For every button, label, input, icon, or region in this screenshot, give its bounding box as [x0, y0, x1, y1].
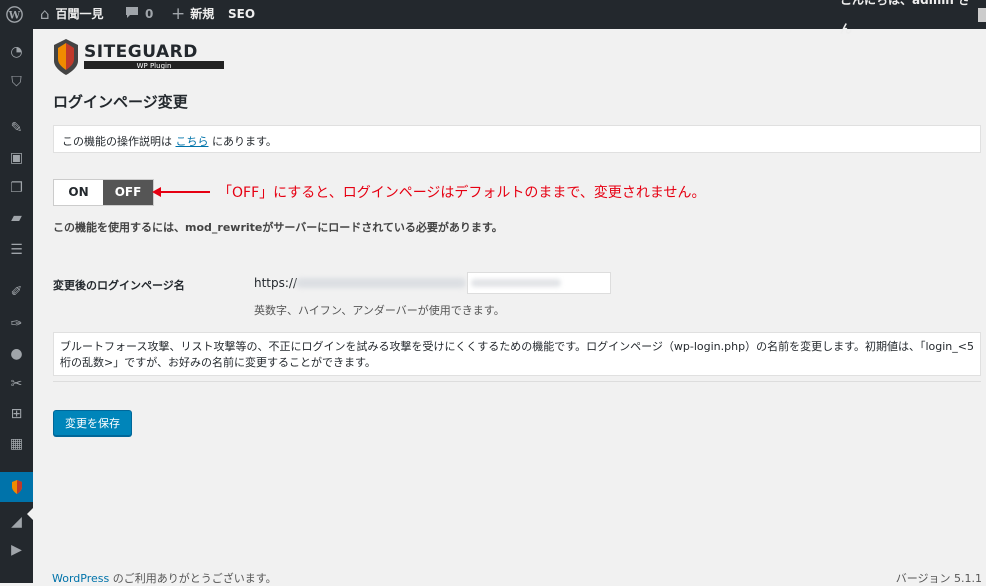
- field-hint: 英数字、ハイフン、アンダーバーが使用できます。: [254, 304, 505, 317]
- logo-brand: SITEGUARD: [84, 42, 198, 62]
- wordpress-logo-icon[interactable]: W: [6, 0, 23, 29]
- chart-icon[interactable]: ◢: [0, 507, 33, 537]
- toggle-off[interactable]: OFF: [103, 180, 153, 205]
- pages-icon[interactable]: ❐: [0, 173, 33, 203]
- plus-icon: +: [171, 4, 186, 24]
- siteguard-icon[interactable]: [0, 472, 33, 502]
- admin-bar: W ⌂ 百聞一見 0 + 新規 SEO こんにちは、admin さん: [0, 0, 986, 36]
- shield-icon[interactable]: ⛉: [0, 67, 33, 97]
- new-label: 新規: [190, 7, 215, 21]
- toggle-on[interactable]: ON: [54, 180, 103, 205]
- footer-thanks: WordPress のご利用ありがとうございます。: [52, 570, 277, 586]
- pin-icon[interactable]: ✎: [0, 113, 33, 143]
- url-prefix: https://: [254, 276, 298, 290]
- account-menu[interactable]: こんにちは、admin さん: [840, 0, 986, 36]
- divider: [53, 381, 981, 382]
- settings-icon[interactable]: ⊞: [0, 399, 33, 429]
- save-button[interactable]: 変更を保存: [53, 410, 132, 436]
- feature-toggle[interactable]: ON OFF: [53, 179, 154, 206]
- svg-text:W: W: [8, 9, 21, 21]
- version-text: バージョン 5.1.1: [895, 572, 982, 585]
- new-content-link[interactable]: + 新規: [171, 0, 214, 29]
- greeting: こんにちは、admin さん: [840, 0, 970, 36]
- blurred-url: [296, 278, 466, 288]
- appearance-icon[interactable]: ✐: [0, 277, 33, 307]
- seo-link[interactable]: SEO: [228, 0, 255, 29]
- table-icon[interactable]: ▦: [0, 429, 33, 459]
- login-page-name-label: 変更後のログインページ名: [53, 279, 185, 292]
- users-icon[interactable]: ●: [0, 339, 33, 369]
- requirement-text: この機能を使用するには、mod_rewriteがサーバーにロードされている必要が…: [53, 221, 503, 234]
- comments-icon[interactable]: ▰: [0, 203, 33, 233]
- dashboard-icon[interactable]: ◔: [0, 37, 33, 67]
- comment-icon: [125, 0, 139, 29]
- feature-description: ブルートフォース攻撃、リスト攻撃等の、不正にログインを試みる攻撃を受けにくくする…: [53, 332, 981, 376]
- media-icon[interactable]: ▣: [0, 143, 33, 173]
- blurred-input-value: [471, 279, 561, 287]
- help-link[interactable]: こちら: [176, 135, 209, 148]
- notice-suffix: にあります。: [212, 135, 277, 148]
- plugins-icon[interactable]: ✑: [0, 309, 33, 339]
- wordpress-link[interactable]: WordPress: [52, 572, 109, 585]
- page-title: ログインページ変更: [53, 93, 188, 111]
- annotation-arrow-line: [158, 191, 210, 193]
- home-icon: ⌂: [40, 5, 50, 23]
- admin-sidebar: ◔ ⛉ ✎ ▣ ❐ ▰ ☰ ✐ ✑ ● ✂ ⊞ ▦ ◢ ▶: [0, 29, 33, 583]
- siteguard-logo: SITEGUARD WP Plugin: [52, 37, 242, 77]
- annotation-text: 「OFF」にすると、ログインページはデフォルトのままで、変更されません。: [218, 185, 706, 201]
- comments-link[interactable]: 0: [125, 0, 153, 29]
- list-icon[interactable]: ☰: [0, 235, 33, 265]
- play-icon[interactable]: ▶: [0, 535, 33, 565]
- notice-prefix: この機能の操作説明は: [62, 135, 172, 148]
- avatar: [978, 7, 986, 22]
- footer-thanks-text: のご利用ありがとうございます。: [109, 572, 277, 585]
- tools-icon[interactable]: ✂: [0, 369, 33, 399]
- seo-label: SEO: [228, 7, 256, 21]
- comments-count: 0: [145, 7, 154, 21]
- logo-subtitle: WP Plugin: [137, 62, 172, 70]
- help-notice: この機能の操作説明は こちら にあります。: [53, 125, 981, 153]
- site-home-link[interactable]: ⌂ 百聞一見: [40, 0, 104, 29]
- site-name: 百聞一見: [55, 7, 104, 21]
